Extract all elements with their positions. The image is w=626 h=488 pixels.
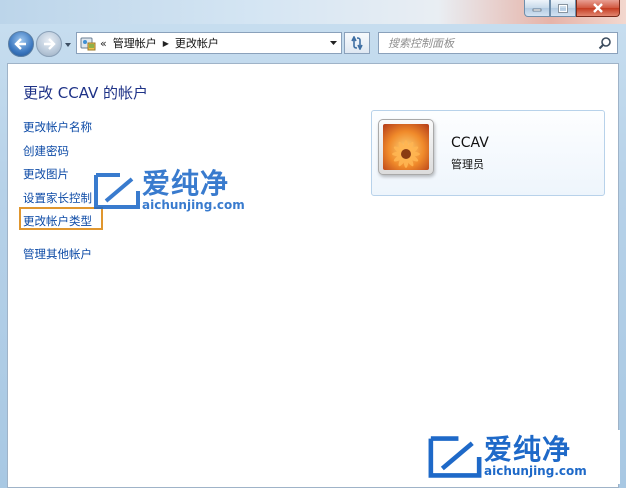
page-title: 更改 CCAV 的帐户 [23,84,149,102]
account-picture[interactable] [383,124,429,170]
navigation-bar: « 管理帐户 ▶ 更改帐户 搜索控制面板 [0,27,626,61]
watermark-chinese: 爱纯净 [484,432,572,466]
breadcrumb-arrow-icon[interactable]: ▶ [163,39,169,48]
minimize-icon [532,8,542,12]
watermark-domain: aichunjing.com [142,198,245,212]
arrow-left-icon [14,38,26,50]
account-role: 管理员 [451,158,484,171]
refresh-icon [351,36,363,50]
change-account-type-link[interactable]: 更改帐户类型 [23,213,92,229]
forward-button[interactable] [36,31,62,57]
watermark-domain: aichunjing.com [484,463,587,478]
breadcrumb-manage-accounts[interactable]: 管理帐户 [113,35,157,51]
title-bar[interactable] [0,0,626,24]
search-icon[interactable] [598,36,612,50]
maximize-icon [558,3,568,13]
parental-controls-link[interactable]: 设置家长控制 [23,190,92,206]
account-card: CCAV 管理员 [371,110,605,196]
close-button[interactable] [576,0,620,17]
refresh-button[interactable] [344,32,370,54]
watermark-logo-icon [428,436,482,478]
account-picture-frame [378,119,434,175]
recent-pages-icon[interactable] [64,41,72,49]
address-bar[interactable]: « 管理帐户 ▶ 更改帐户 [76,32,342,54]
chevron-down-icon[interactable] [329,38,338,47]
change-picture-link[interactable]: 更改图片 [23,166,69,182]
watermark-logo-icon [94,173,140,210]
flower-picture-icon [383,124,429,170]
window-controls [524,0,620,18]
breadcrumb-change-account[interactable]: 更改帐户 [175,35,219,51]
search-input[interactable]: 搜索控制面板 [388,35,454,51]
minimize-button[interactable] [524,0,550,17]
back-button[interactable] [8,31,34,57]
change-account-name-link[interactable]: 更改帐户名称 [23,119,92,135]
watermark-chinese: 爱纯净 [142,167,230,200]
address-overflow-chevron[interactable]: « [100,37,107,50]
explorer-window: « 管理帐户 ▶ 更改帐户 搜索控制面板 更改 CCAV 的帐户 更改帐户名称 … [0,0,626,488]
account-name: CCAV [451,135,489,151]
watermark-corner: 爱纯净 aichunjing.com [420,430,620,484]
manage-other-accounts-link[interactable]: 管理其他帐户 [23,246,92,262]
content-pane: 更改 CCAV 的帐户 更改帐户名称 创建密码 更改图片 设置家长控制 更改帐户… [7,63,619,488]
maximize-button[interactable] [550,0,576,17]
arrow-right-icon [44,38,56,50]
close-icon [593,3,603,13]
watermark-center: 爱纯净 aichunjing.com [92,170,245,212]
control-panel-icon [80,37,96,51]
search-box[interactable]: 搜索控制面板 [378,32,618,54]
create-password-link[interactable]: 创建密码 [23,143,69,159]
